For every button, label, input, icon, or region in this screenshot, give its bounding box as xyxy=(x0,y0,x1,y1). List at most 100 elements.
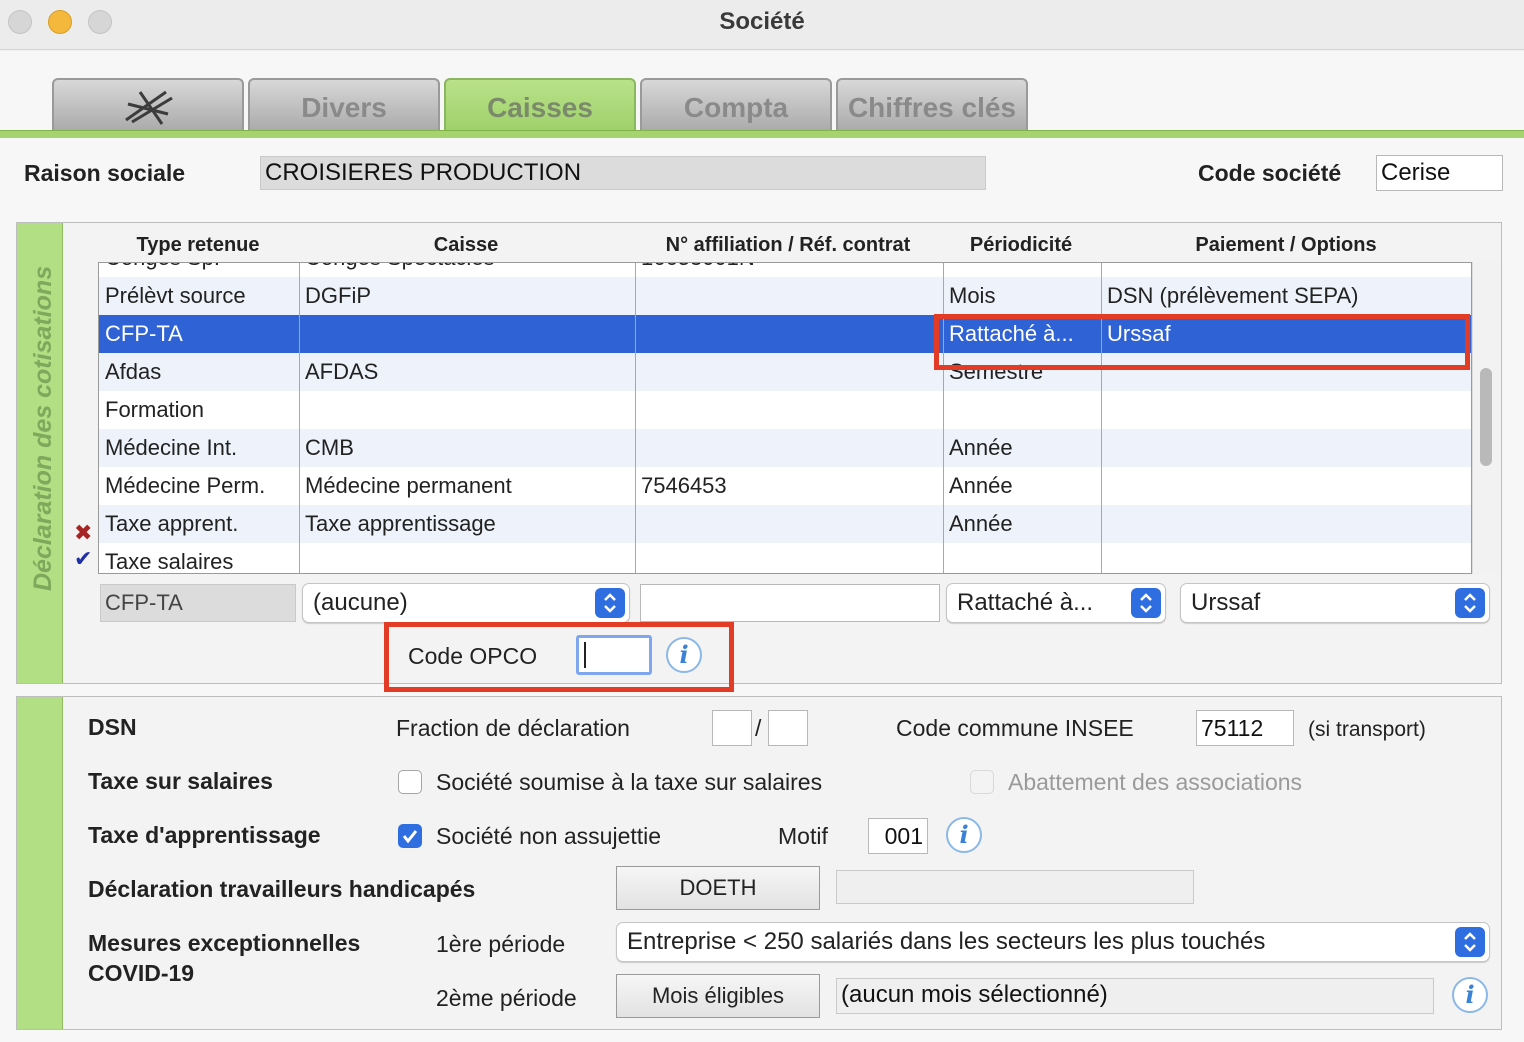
tab-compta[interactable]: Compta xyxy=(640,78,832,132)
paiement-select-value: Urssaf xyxy=(1191,589,1261,616)
scrollbar-thumb[interactable] xyxy=(1480,368,1492,466)
tab-caisses[interactable]: Caisses xyxy=(444,78,636,132)
paiement-select[interactable]: Urssaf xyxy=(1180,583,1490,623)
cell-periodicite xyxy=(943,391,1101,429)
non-assujettie-checkbox[interactable] xyxy=(398,824,422,848)
opco-info-icon[interactable]: i xyxy=(666,637,702,673)
cell-affiliation xyxy=(635,277,943,315)
cell-type: Médecine Int. xyxy=(105,435,238,460)
tab-divers[interactable]: Divers xyxy=(248,78,440,132)
doeth-field xyxy=(836,870,1194,904)
column-divider xyxy=(943,263,944,573)
logo-icon xyxy=(125,90,173,125)
fraction-label: Fraction de déclaration xyxy=(396,715,630,741)
cell-periodicite: Année xyxy=(949,435,1013,460)
cell-paiement xyxy=(1101,543,1471,573)
motif-label: Motif xyxy=(778,823,828,849)
abattement-label: Abattement des associations xyxy=(1008,769,1303,795)
table-row[interactable]: Médecine Perm. Médecine permanent 7546453 A… xyxy=(99,467,1471,505)
cell-affiliation xyxy=(635,391,943,429)
column-divider xyxy=(1101,263,1102,573)
taxe-salaires-label: Taxe sur salaires xyxy=(88,768,273,794)
cell-periodicite xyxy=(943,263,1101,277)
table-row[interactable]: Médecine Int. CMB Année xyxy=(99,429,1471,467)
select-arrows-icon xyxy=(1455,927,1485,957)
cell-type: Médecine Perm. xyxy=(105,473,266,498)
periode1-label: 1ère période xyxy=(436,931,566,957)
taxe-salaires-checkbox[interactable] xyxy=(398,770,422,794)
select-arrows-icon xyxy=(1455,588,1485,618)
text-cursor xyxy=(584,642,586,668)
doeth-button[interactable]: DOETH xyxy=(616,866,820,910)
periode2-info-icon[interactable]: i xyxy=(1452,977,1488,1013)
code-opco-input[interactable] xyxy=(576,635,652,675)
code-opco-label: Code OPCO xyxy=(408,643,538,669)
non-assujettie-label: Société non assujettie xyxy=(436,823,662,849)
col-affiliation[interactable]: N° affiliation / Réf. contrat xyxy=(634,234,942,257)
cell-periodicite: Année xyxy=(949,511,1013,536)
cross-icon: ✖ xyxy=(74,520,93,545)
cell-caisse: AFDAS xyxy=(305,359,379,384)
col-caisse[interactable]: Caisse xyxy=(298,234,634,257)
cell-caisse: Médecine permanent xyxy=(305,473,512,498)
insee-input[interactable]: 75112 xyxy=(1196,710,1294,746)
motif-info-icon[interactable]: i xyxy=(946,817,982,853)
cell-periodicite: Mois xyxy=(949,283,996,308)
check-icon: ✔ xyxy=(74,546,93,571)
col-paiement[interactable]: Paiement / Options xyxy=(1100,234,1472,257)
col-type[interactable]: Type retenue xyxy=(98,234,298,257)
table-row[interactable]: Taxe salaires xyxy=(99,543,1471,573)
col-periodicite[interactable]: Périodicité xyxy=(942,234,1100,257)
cell-affiliation xyxy=(635,505,943,543)
cell-caisse: DGFiP xyxy=(305,283,371,308)
tab-chiffres-cles[interactable]: Chiffres clés xyxy=(836,78,1028,132)
insee-label: Code commune INSEE xyxy=(896,715,1134,741)
column-divider xyxy=(635,263,636,573)
cell-caisse: Congés Spectacles xyxy=(299,263,635,277)
covid-label-line2: COVID-19 xyxy=(88,960,195,986)
table-row[interactable]: Prélèvt source DGFiP Mois DSN (prélèvement … xyxy=(99,277,1471,315)
code-societe-input[interactable]: Cerise xyxy=(1376,155,1503,191)
raison-sociale-label: Raison sociale xyxy=(24,160,186,186)
caisse-select[interactable]: (aucune) xyxy=(302,583,630,623)
table-row[interactable]: Congés Sp.Congés Spectacles16653001N xyxy=(99,263,1471,277)
caisse-select-value: (aucune) xyxy=(313,589,408,616)
svg-text:Déclaration des cotisations: Déclaration des cotisations xyxy=(29,266,57,591)
cell-affiliation xyxy=(635,429,943,467)
fraction-a-input[interactable] xyxy=(712,710,752,746)
periode2-label: 2ème période xyxy=(436,985,577,1011)
affiliation-input[interactable] xyxy=(640,584,940,622)
cell-type: Taxe apprent. xyxy=(105,511,239,536)
cell-type: CFP-TA xyxy=(105,321,183,346)
periodicite-select[interactable]: Rattaché à... xyxy=(946,583,1166,623)
dsn-side-bar xyxy=(17,697,63,1029)
cell-affiliation: 7546453 xyxy=(641,473,727,498)
table-row[interactable]: Taxe apprent. Taxe apprentissage Année xyxy=(99,505,1471,543)
dsn-label: DSN xyxy=(88,714,137,740)
insee-note: (si transport) xyxy=(1308,718,1426,741)
cotisations-side-bar: Déclaration des cotisations xyxy=(17,223,63,683)
cotisations-side-title: Déclaration des cotisations xyxy=(29,266,57,591)
checkmark-icon xyxy=(402,830,418,844)
cell-affiliation xyxy=(635,543,943,573)
periode1-select[interactable]: Entreprise < 250 salariés dans les secte… xyxy=(616,922,1490,962)
table-row[interactable]: Formation xyxy=(99,391,1471,429)
cotisations-table[interactable]: Congés Sp.Congés Spectacles16653001NPrél… xyxy=(98,262,1472,574)
tab-strip xyxy=(0,130,1524,138)
cell-caisse: Taxe apprentissage xyxy=(305,511,496,536)
cell-affiliation: 16653001N xyxy=(635,263,943,277)
table-scrollbar[interactable] xyxy=(1472,262,1500,574)
cell-periodicite: Année xyxy=(949,473,1013,498)
table-header: Type retenue Caisse N° affiliation / Réf… xyxy=(98,232,1472,260)
highlight-box-selected-row xyxy=(934,314,1470,370)
select-arrows-icon xyxy=(1131,588,1161,618)
abattement-checkbox[interactable] xyxy=(970,770,994,794)
cell-paiement xyxy=(1101,467,1471,505)
periode1-select-value: Entreprise < 250 salariés dans les secte… xyxy=(627,928,1266,955)
fraction-b-input[interactable] xyxy=(768,710,808,746)
tab-logo[interactable] xyxy=(52,78,244,132)
cell-caisse xyxy=(299,315,635,353)
raison-sociale-field: CROISIERES PRODUCTION xyxy=(260,156,986,190)
mois-eligibles-button[interactable]: Mois éligibles xyxy=(616,974,820,1018)
motif-input[interactable]: 001 xyxy=(868,818,928,854)
